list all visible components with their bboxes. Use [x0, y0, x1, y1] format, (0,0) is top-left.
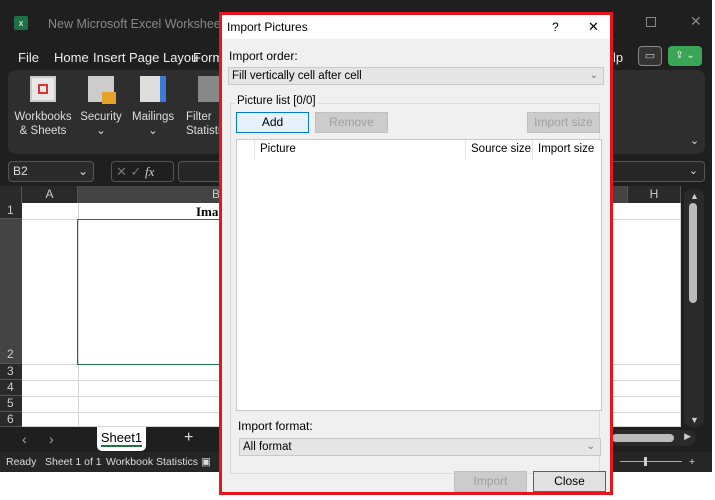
- workbook-statistics-button[interactable]: Workbook Statistics: [106, 452, 198, 472]
- workbooks-sheets-button[interactable]: Workbooks & Sheets: [14, 110, 72, 138]
- remove-button[interactable]: Remove: [315, 112, 388, 133]
- list-header-source-size[interactable]: Source size: [466, 140, 533, 159]
- status-sheet-count: Sheet 1 of 1: [45, 456, 102, 468]
- lock-icon: [88, 76, 116, 104]
- ribbon-collapse-icon[interactable]: ⌄: [690, 134, 699, 147]
- zoom-in-button[interactable]: +: [689, 452, 695, 472]
- filter-icon: [198, 76, 220, 102]
- excel-logo-icon: x: [14, 16, 28, 30]
- tab-help[interactable]: lp: [613, 50, 623, 65]
- comments-button[interactable]: ▭: [638, 46, 662, 66]
- name-box[interactable]: B2 ⌄: [8, 161, 94, 182]
- import-order-label: Import order:: [229, 49, 298, 63]
- import-button[interactable]: Import: [454, 471, 527, 492]
- zoom-slider[interactable]: [620, 461, 682, 462]
- chevron-down-icon: ⌄: [589, 70, 598, 81]
- vertical-scrollbar[interactable]: ▲ ▼: [684, 189, 704, 427]
- sheet-tab-sheet1[interactable]: Sheet1: [97, 427, 146, 451]
- dialog-close-icon[interactable]: ✕: [588, 19, 599, 35]
- tab-insert[interactable]: Insert: [93, 50, 126, 65]
- status-ready: Ready: [6, 456, 37, 468]
- tab-file[interactable]: File: [18, 50, 39, 65]
- list-header-checkbox-column[interactable]: [237, 140, 255, 159]
- picture-list-label: Picture list [0/0]: [235, 95, 318, 107]
- zoom-slider-thumb[interactable]: [644, 457, 647, 466]
- close-button[interactable]: Close: [533, 471, 606, 492]
- share-button[interactable]: ⇪ ⌄: [668, 46, 702, 66]
- selected-cell-b2[interactable]: [77, 219, 237, 365]
- row-header-1[interactable]: 1: [0, 203, 22, 219]
- mail-icon: [140, 76, 166, 102]
- import-order-select[interactable]: Fill vertically cell after cell ⌄: [228, 67, 604, 85]
- row-header-2[interactable]: 2: [0, 219, 22, 364]
- chevron-down-icon: ⌄: [77, 164, 88, 178]
- sheet-next-icon[interactable]: ›: [49, 431, 54, 447]
- cell-b1[interactable]: Ima: [196, 204, 218, 220]
- chevron-down-icon: ⌄: [586, 441, 595, 452]
- horizontal-scrollbar[interactable]: ▶: [612, 430, 696, 446]
- row-header-5[interactable]: 5: [0, 396, 22, 412]
- import-format-label: Import format:: [238, 419, 313, 433]
- mailings-button[interactable]: Mailings: [132, 110, 174, 124]
- list-header-picture[interactable]: Picture: [255, 140, 466, 159]
- formula-buttons: ✕ ✓ fx: [111, 161, 174, 182]
- row-header-4[interactable]: 4: [0, 380, 22, 396]
- scrollbar-thumb[interactable]: [689, 203, 697, 303]
- add-button[interactable]: Add: [236, 112, 309, 133]
- chevron-down-icon: ⌄: [148, 125, 158, 137]
- row-header-3[interactable]: 3: [0, 364, 22, 380]
- import-pictures-dialog: Import Pictures ? ✕ Import order: Fill v…: [219, 12, 613, 495]
- chevron-down-icon: ⌄: [96, 125, 106, 137]
- accessibility-icon[interactable]: ▣: [201, 452, 211, 472]
- import-format-value: All format: [243, 441, 292, 453]
- import-order-value: Fill vertically cell after cell: [232, 70, 362, 82]
- import-format-select[interactable]: All format ⌄: [239, 438, 601, 456]
- add-sheet-button[interactable]: +: [184, 429, 193, 447]
- import-size-button[interactable]: Import size: [527, 112, 600, 133]
- column-header-a[interactable]: A: [22, 186, 78, 203]
- help-button[interactable]: ?: [552, 20, 559, 34]
- tab-home[interactable]: Home: [54, 50, 89, 65]
- close-window-button[interactable]: ✕: [690, 13, 702, 30]
- maximize-button[interactable]: [646, 17, 656, 27]
- tab-page-layout[interactable]: Page Layou: [129, 50, 198, 65]
- column-header-h[interactable]: H: [628, 186, 681, 203]
- security-button[interactable]: Security: [80, 110, 122, 124]
- select-all-corner[interactable]: [0, 186, 22, 203]
- picture-list[interactable]: Picture Source size Import size: [236, 139, 602, 411]
- sheet-prev-icon[interactable]: ‹: [22, 431, 27, 447]
- dialog-title: Import Pictures: [227, 20, 308, 34]
- name-box-value: B2: [13, 164, 28, 178]
- workbook-icon: [30, 76, 56, 102]
- row-header-6[interactable]: 6: [0, 412, 22, 427]
- filter-statistics-button[interactable]: Filter Statisti: [186, 110, 220, 138]
- scroll-up-icon[interactable]: ▲: [690, 191, 699, 201]
- list-header-import-size[interactable]: Import size: [533, 140, 601, 159]
- sheet-tab-label: Sheet1: [100, 430, 143, 447]
- scroll-down-icon[interactable]: ▼: [690, 415, 699, 425]
